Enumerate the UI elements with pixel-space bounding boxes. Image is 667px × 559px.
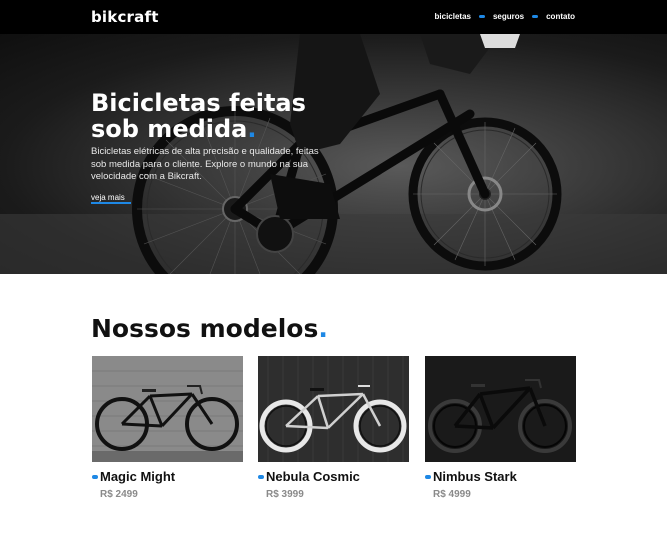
model-image-nebula-cosmic [258, 356, 409, 462]
models-title-text: Nossos modelos [91, 314, 319, 343]
model-name[interactable]: Nebula Cosmic [266, 469, 360, 484]
nav-separator-dot [478, 15, 485, 18]
model-card-magic-might[interactable]: Magic Might R$ 2499 [92, 356, 243, 500]
hero-title-line2: sob medida [91, 115, 248, 143]
model-price: R$ 3999 [266, 489, 304, 500]
hero-title: Bicicletas feitas sob medida. [91, 90, 351, 142]
model-image-nimbus-stark [425, 356, 576, 462]
bullet-dot [425, 474, 431, 479]
model-name-row: Nimbus Stark [425, 469, 517, 484]
model-name-row: Magic Might [92, 469, 175, 484]
logo[interactable]: bikcraft [91, 8, 159, 26]
site-header: bikcraft bicicletas seguros contato [0, 0, 667, 34]
nav-link-seguros[interactable]: seguros [493, 12, 524, 21]
model-price: R$ 2499 [100, 489, 138, 500]
main-nav: bicicletas seguros contato [435, 12, 575, 21]
model-card-nebula-cosmic[interactable]: Nebula Cosmic R$ 3999 [258, 356, 409, 500]
model-price: R$ 4999 [433, 489, 471, 500]
nav-link-bicicletas[interactable]: bicicletas [435, 12, 471, 21]
hero-description: Bicicletas elétricas de alta precisão e … [91, 146, 319, 182]
bullet-dot [92, 474, 98, 479]
model-image-magic-might [92, 356, 243, 462]
models-title: Nossos modelos. [91, 314, 328, 343]
hero-banner: Bicicletas feitas sob medida. Bicicletas… [0, 34, 667, 274]
bullet-dot [258, 474, 264, 479]
hero-title-line1: Bicicletas feitas [91, 89, 306, 117]
model-card-nimbus-stark[interactable]: Nimbus Stark R$ 4999 [425, 356, 576, 500]
nav-link-contato[interactable]: contato [546, 12, 575, 21]
hero-link-underline [91, 202, 131, 204]
model-name-row: Nebula Cosmic [258, 469, 360, 484]
hero-title-accent: . [247, 115, 257, 143]
model-name[interactable]: Magic Might [100, 469, 175, 484]
hero-see-more-link[interactable]: veja mais [91, 193, 125, 202]
model-name[interactable]: Nimbus Stark [433, 469, 517, 484]
models-title-accent: . [318, 314, 328, 343]
nav-separator-dot [532, 15, 539, 18]
